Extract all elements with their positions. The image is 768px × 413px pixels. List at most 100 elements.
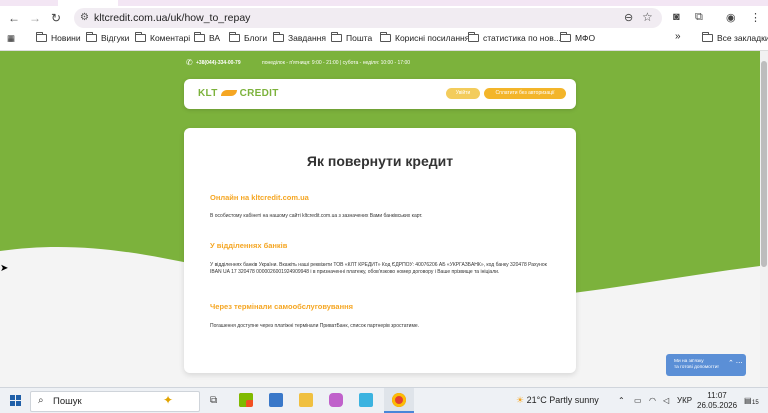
copilot-sparkle-icon: ✦ <box>163 393 174 407</box>
zoom-icon[interactable]: ⊖ <box>624 11 633 24</box>
chevron-up-icon[interactable]: ⌃ ⋯ <box>728 359 743 367</box>
logo-right: CREDIT <box>239 88 279 99</box>
search-icon: ⌕ <box>38 395 44 406</box>
chat-widget[interactable]: Ми на зв'язку та готові допомогти! ⌃ ⋯ <box>666 354 746 376</box>
bookmark-mail[interactable]: Пошта <box>331 32 373 43</box>
language-indicator[interactable]: УКР <box>677 396 692 405</box>
notification-count: 15 <box>752 400 759 406</box>
section-heading-online: Онлайн на kltcredit.com.ua <box>210 193 309 202</box>
bookmark-reviews[interactable]: Відгуки <box>86 32 130 43</box>
section-text-terminals: Погашення доступне через платіжні термін… <box>210 323 420 329</box>
bookmark-label: Завдання <box>288 33 326 43</box>
all-bookmarks[interactable]: Все закладки <box>702 32 768 43</box>
phone-icon: ✆ <box>186 58 193 67</box>
screenshot-icon[interactable]: ◙ <box>673 11 680 23</box>
content-card: Як повернути кредит Онлайн на kltcredit.… <box>184 128 576 373</box>
clock-time: 11:07 <box>707 391 727 400</box>
scrollbar-thumb[interactable] <box>761 61 767 267</box>
weather-temp: 21°C <box>526 395 547 405</box>
file-explorer-icon[interactable] <box>299 393 313 407</box>
bookmark-mfo[interactable]: МФО <box>560 32 596 43</box>
bookmark-label: ВА <box>209 33 221 43</box>
leaf-icon <box>220 90 237 97</box>
forward-icon[interactable]: → <box>27 10 43 26</box>
windows-start-icon[interactable] <box>10 395 21 406</box>
folder-icon <box>36 32 47 42</box>
folder-icon <box>331 32 342 42</box>
weather-text: Partly sunny <box>549 395 599 405</box>
windows-taskbar: ⌕ Пошук ✦ ⧉ ☀ 21°C Partly sunny ⌃ ▭ ◠ ◁ … <box>0 387 768 413</box>
apps-icon[interactable]: ▦ <box>7 33 15 44</box>
pay-without-auth-button[interactable]: Сплатити без авторизації <box>484 88 566 99</box>
section-text-online: В особистому кабінеті на нашому сайті kl… <box>210 213 423 219</box>
copilot-icon[interactable] <box>329 393 343 407</box>
calculator-icon[interactable] <box>269 393 283 407</box>
weather-widget[interactable]: ☀ 21°C Partly sunny <box>516 395 599 406</box>
folder-icon <box>273 32 284 42</box>
notification-icon[interactable]: ▤ <box>744 396 752 405</box>
bookmark-label: Корисні посилання <box>395 33 470 43</box>
web-page: ✆ +38(044)-334-00-79 понеділок - п'ятниц… <box>0 51 768 387</box>
folder-icon <box>702 32 713 42</box>
taskbar-search[interactable]: ⌕ Пошук ✦ <box>30 391 200 412</box>
bookmark-statistics[interactable]: статистика по нов... <box>468 32 561 43</box>
battery-icon[interactable]: ▭ <box>634 396 642 405</box>
weather-icon: ☀ <box>516 395 525 405</box>
task-view-icon[interactable]: ⧉ <box>210 395 217 406</box>
working-hours: понеділок - п'ятниця: 9:00 - 21:00 | суб… <box>262 60 411 66</box>
bookmark-label: статистика по нов... <box>483 33 561 43</box>
login-button[interactable]: Увійти <box>446 88 480 99</box>
folder-icon <box>194 32 205 42</box>
page-title: Як повернути кредит <box>306 153 454 169</box>
tray-overflow-icon[interactable]: ⌃ <box>618 396 625 405</box>
back-icon[interactable]: ← <box>6 10 22 26</box>
bookmark-label: Все закладки <box>717 33 768 43</box>
bookmark-blogs[interactable]: Блоги <box>229 32 268 43</box>
clock-date: 26.05.2026 <box>697 401 738 410</box>
bookmark-news[interactable]: Новини <box>36 32 81 43</box>
bookmark-label: Блоги <box>244 33 268 43</box>
bookmark-label: Пошта <box>346 33 373 43</box>
address-bar[interactable]: ⚙ kltcredit.com.ua/uk/how_to_repay ⊖ ☆ <box>74 8 662 28</box>
bookmark-comments[interactable]: Коментарі <box>135 32 190 43</box>
browser-toolbar: ← → ↻ ⚙ kltcredit.com.ua/uk/how_to_repay… <box>0 6 768 30</box>
section-heading-banks: У відділеннях банків <box>210 241 288 250</box>
menu-icon[interactable]: ⋮ <box>750 11 761 24</box>
profile-icon[interactable]: ◉ <box>726 11 736 24</box>
folder-icon <box>135 32 146 42</box>
scrollbar[interactable] <box>760 51 768 387</box>
notes-icon[interactable] <box>359 393 373 407</box>
bookmark-label: МФО <box>575 33 596 43</box>
reload-icon[interactable]: ↻ <box>48 10 64 26</box>
section-text-banks: У відділеннях банків України. Вкажіть на… <box>210 262 547 275</box>
mouse-cursor: ➤ <box>0 263 9 274</box>
bookmark-star-icon[interactable]: ☆ <box>642 10 653 24</box>
search-label: Пошук <box>53 396 82 407</box>
logo-left: KLT <box>198 88 218 99</box>
url-text[interactable]: kltcredit.com.ua/uk/how_to_repay <box>94 12 250 24</box>
bookmark-tasks[interactable]: Завдання <box>273 32 326 43</box>
bookmark-va[interactable]: ВА <box>194 32 221 43</box>
chat-line-1: Ми на зв'язку <box>674 359 704 364</box>
more-bookmarks-icon[interactable]: » <box>675 31 681 42</box>
folder-icon <box>229 32 240 42</box>
phone-number[interactable]: +38(044)-334-00-79 <box>196 60 241 66</box>
folder-icon <box>468 32 479 42</box>
volume-icon[interactable]: ◁ <box>663 396 669 405</box>
bookmark-label: Новини <box>51 33 81 43</box>
clock[interactable]: 11:07 26.05.2026 <box>697 391 737 411</box>
chat-line-2: та готові допомогти! <box>674 365 719 370</box>
site-header: KLT CREDIT Увійти Сплатити без авторизаці… <box>184 79 576 109</box>
site-info-icon[interactable]: ⚙ <box>80 12 89 23</box>
extensions-icon[interactable]: ⧉ <box>695 11 703 24</box>
folder-icon <box>560 32 571 42</box>
folder-icon <box>380 32 391 42</box>
bookmark-useful-links[interactable]: Корисні посилання <box>380 32 470 43</box>
bookmarks-bar: ▦ Новини Відгуки Коментарі ВА Блоги Завд… <box>0 30 768 51</box>
bookmark-label: Відгуки <box>101 33 130 43</box>
wifi-icon[interactable]: ◠ <box>649 396 656 405</box>
chrome-taskbar-button[interactable] <box>384 388 414 413</box>
section-heading-terminals: Через термінали самообслуговування <box>210 302 354 311</box>
site-logo[interactable]: KLT CREDIT <box>198 88 279 99</box>
store-icon[interactable] <box>239 393 253 407</box>
